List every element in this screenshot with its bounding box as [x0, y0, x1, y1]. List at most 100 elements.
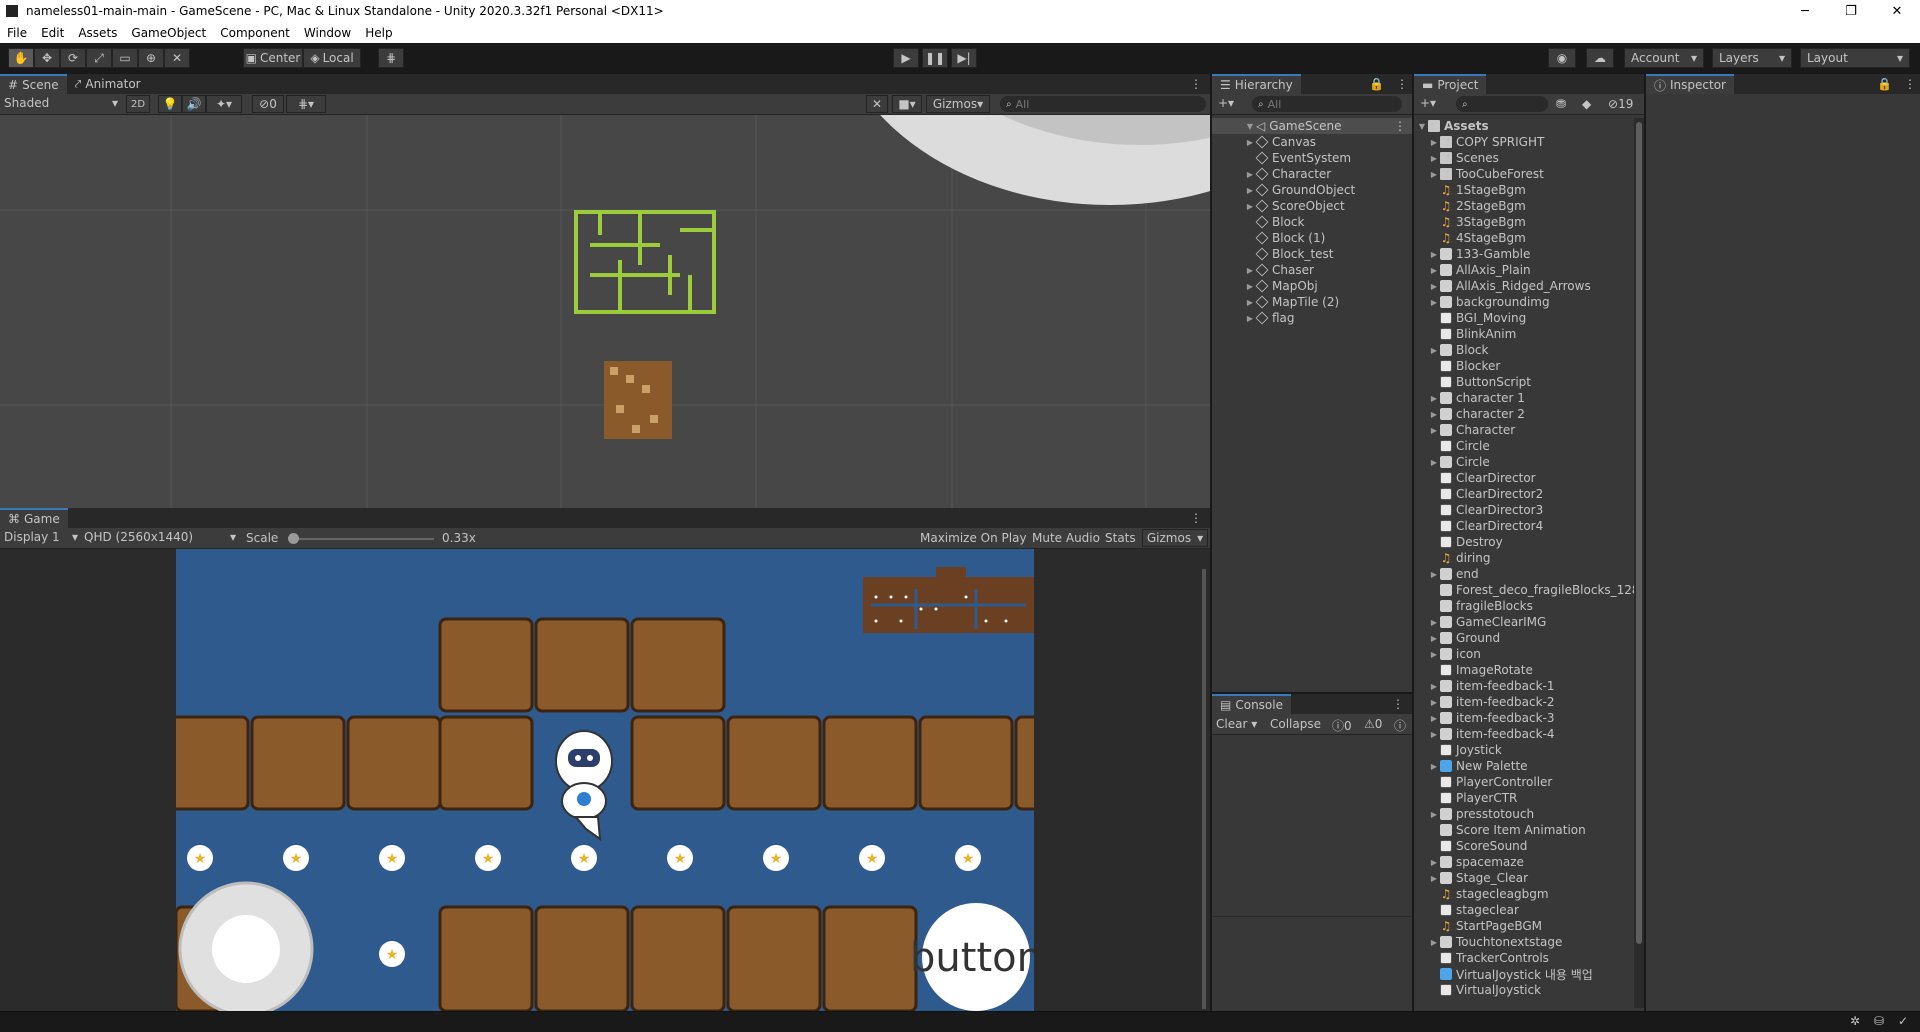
- project-item[interactable]: ▶ Stage_Clear: [1414, 870, 1644, 886]
- search-by-label-button[interactable]: ◆: [1582, 97, 1591, 111]
- warning-filter-toggle[interactable]: ⚠0: [1364, 717, 1382, 731]
- project-item[interactable]: ClearDirector2: [1414, 486, 1644, 502]
- expand-arrow-icon[interactable]: ▶: [1244, 138, 1256, 147]
- project-item[interactable]: VirtualJoystick 내용 백업: [1414, 966, 1644, 982]
- expand-arrow-icon[interactable]: ▶: [1428, 650, 1440, 659]
- menu-gameobject[interactable]: GameObject: [124, 26, 213, 40]
- custom-tool-button[interactable]: ✕: [164, 48, 190, 68]
- rect-tool-button[interactable]: ▭: [112, 48, 138, 68]
- menu-edit[interactable]: Edit: [34, 26, 71, 40]
- hierarchy-item[interactable]: ▶ GroundObject: [1212, 182, 1412, 198]
- project-root-row[interactable]: ▼ Assets: [1414, 118, 1644, 134]
- tab-scene[interactable]: # Scene: [0, 74, 67, 94]
- project-item[interactable]: ♫ 1StageBgm: [1414, 182, 1644, 198]
- expand-arrow-icon[interactable]: ▶: [1428, 682, 1440, 691]
- hierarchy-item[interactable]: ▶ flag: [1212, 310, 1412, 326]
- project-item[interactable]: ButtonScript: [1414, 374, 1644, 390]
- project-item[interactable]: ♫ stagecleagbgm: [1414, 886, 1644, 902]
- project-item[interactable]: ▶ Character: [1414, 422, 1644, 438]
- project-item[interactable]: ▶ character 2: [1414, 406, 1644, 422]
- expand-arrow-icon[interactable]: ▶: [1428, 810, 1440, 819]
- pivot-center-button[interactable]: ▣ Center: [243, 48, 303, 68]
- tab-inspector[interactable]: ⓘ Inspector: [1646, 74, 1734, 94]
- hierarchy-item[interactable]: Block_test: [1212, 246, 1412, 262]
- play-button[interactable]: ▶: [893, 48, 919, 68]
- game-scrollbar[interactable]: [1202, 569, 1206, 1009]
- move-tool-button[interactable]: ✥: [34, 48, 60, 68]
- step-button[interactable]: ▶|: [951, 48, 977, 68]
- expand-arrow-icon[interactable]: ▶: [1428, 874, 1440, 883]
- expand-arrow-icon[interactable]: ▶: [1428, 298, 1440, 307]
- hierarchy-item[interactable]: Block (1): [1212, 230, 1412, 246]
- expand-arrow-icon[interactable]: ▶: [1428, 154, 1440, 163]
- cloud-button[interactable]: ☁: [1586, 48, 1614, 68]
- project-item[interactable]: ▶ COPY SPRIGHT: [1414, 134, 1644, 150]
- account-dropdown[interactable]: Account ▾: [1624, 48, 1704, 68]
- expand-arrow-icon[interactable]: ▶: [1244, 266, 1256, 275]
- project-item[interactable]: ▶ Circle: [1414, 454, 1644, 470]
- project-item[interactable]: ▶ 133-Gamble: [1414, 246, 1644, 262]
- expand-arrow-icon[interactable]: ▶: [1428, 250, 1440, 259]
- rotate-tool-button[interactable]: ⟳: [60, 48, 86, 68]
- expand-arrow-icon[interactable]: ▶: [1428, 138, 1440, 147]
- project-item[interactable]: ImageRotate: [1414, 662, 1644, 678]
- game-gizmos-dropdown[interactable]: Gizmos ▾: [1142, 529, 1208, 547]
- info-filter-toggle[interactable]: ⓘ: [1394, 717, 1406, 734]
- project-item[interactable]: BlinkAnim: [1414, 326, 1644, 342]
- mute-audio-toggle[interactable]: Mute Audio: [1032, 531, 1100, 545]
- expand-arrow-icon[interactable]: ▶: [1244, 298, 1256, 307]
- project-item[interactable]: ▶ AllAxis_Plain: [1414, 262, 1644, 278]
- maximize-button[interactable]: ❐: [1828, 0, 1874, 22]
- expand-arrow-icon[interactable]: ▶: [1428, 266, 1440, 275]
- tab-project[interactable]: ▬ Project: [1414, 74, 1487, 94]
- hierarchy-menu-button[interactable]: ⋮: [1392, 74, 1412, 94]
- expand-arrow-icon[interactable]: ▶: [1428, 858, 1440, 867]
- project-item[interactable]: ▶ item-feedback-1: [1414, 678, 1644, 694]
- expand-arrow-icon[interactable]: ▶: [1244, 314, 1256, 323]
- project-item[interactable]: ▶ Scenes: [1414, 150, 1644, 166]
- menu-help[interactable]: Help: [358, 26, 399, 40]
- stats-toggle[interactable]: Stats: [1105, 531, 1136, 545]
- expand-arrow-icon[interactable]: ▶: [1428, 570, 1440, 579]
- inspector-lock-button[interactable]: 🔒: [1869, 74, 1900, 94]
- project-item[interactable]: ▶ Ground: [1414, 630, 1644, 646]
- hierarchy-item[interactable]: Block: [1212, 214, 1412, 230]
- project-create-dropdown[interactable]: +▾: [1420, 96, 1436, 110]
- hierarchy-item[interactable]: ▶ ScoreObject: [1212, 198, 1412, 214]
- pivot-local-button[interactable]: ◈ Local: [303, 48, 361, 68]
- game-menu-button[interactable]: ⋮: [1182, 508, 1210, 528]
- display-dropdown[interactable]: Display 1 ▾: [4, 530, 78, 547]
- project-item[interactable]: ClearDirector4: [1414, 518, 1644, 534]
- expand-arrow-icon[interactable]: ▶: [1428, 394, 1440, 403]
- hierarchy-item[interactable]: ▶ Chaser: [1212, 262, 1412, 278]
- expand-arrow-icon[interactable]: ▶: [1428, 410, 1440, 419]
- gizmos-dropdown[interactable]: Gizmos ▾: [926, 95, 990, 113]
- project-item[interactable]: ♫ 2StageBgm: [1414, 198, 1644, 214]
- expand-arrow-icon[interactable]: ▶: [1428, 346, 1440, 355]
- project-item[interactable]: ♫ 3StageBgm: [1414, 214, 1644, 230]
- menu-window[interactable]: Window: [297, 26, 358, 40]
- search-by-type-button[interactable]: ⛃: [1556, 97, 1566, 111]
- expand-arrow-icon[interactable]: ▶: [1428, 714, 1440, 723]
- project-item[interactable]: ▶ GameClearIMG: [1414, 614, 1644, 630]
- hierarchy-scene-row[interactable]: ▼ ◁ GameScene ⋮: [1212, 118, 1412, 134]
- project-item[interactable]: PlayerController: [1414, 774, 1644, 790]
- project-item[interactable]: ClearDirector: [1414, 470, 1644, 486]
- collab-button[interactable]: ◉: [1548, 48, 1576, 68]
- project-item[interactable]: ▶ backgroundimg: [1414, 294, 1644, 310]
- scene-viewport[interactable]: [0, 115, 1210, 508]
- create-dropdown[interactable]: +▾: [1218, 96, 1234, 110]
- lighting-toggle[interactable]: 💡: [158, 95, 182, 113]
- audio-toggle[interactable]: 🔊: [182, 95, 206, 113]
- error-filter-toggle[interactable]: ⓘ0: [1332, 717, 1352, 734]
- expand-arrow-icon[interactable]: ▶: [1428, 762, 1440, 771]
- scene-visibility-toggle[interactable]: ⊘ 0: [252, 95, 284, 113]
- transform-tool-button[interactable]: ⊕: [138, 48, 164, 68]
- lighting-progress-icon[interactable]: ✲: [1850, 1014, 1860, 1028]
- project-item[interactable]: BGI_Moving: [1414, 310, 1644, 326]
- project-item[interactable]: ClearDirector3: [1414, 502, 1644, 518]
- hierarchy-item[interactable]: ▶ Canvas: [1212, 134, 1412, 150]
- project-item[interactable]: ▶ item-feedback-4: [1414, 726, 1644, 742]
- project-item[interactable]: ▶ spacemaze: [1414, 854, 1644, 870]
- project-item[interactable]: Circle: [1414, 438, 1644, 454]
